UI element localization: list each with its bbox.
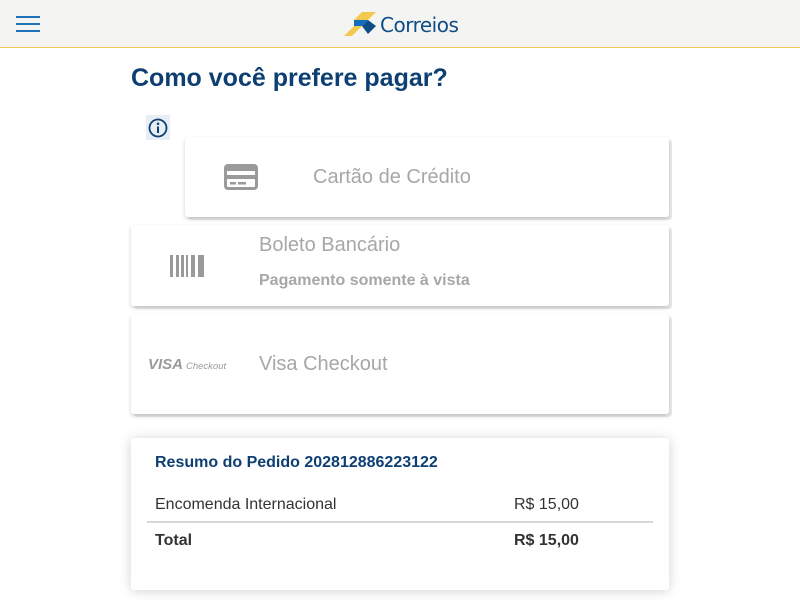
svg-text:VISA: VISA [148, 356, 183, 373]
total-label: Total [155, 532, 193, 549]
hamburger-menu-icon[interactable] [16, 14, 40, 34]
info-circle-icon[interactable] [146, 115, 170, 140]
visa-checkout-label: Visa Checkout [259, 353, 388, 375]
menu-line [16, 23, 40, 25]
barcode-icon [170, 255, 204, 277]
correios-logo-icon [344, 12, 376, 36]
summary-row: Encomenda Internacional R$ 15,00 [147, 487, 653, 523]
order-summary: Resumo do Pedido 202812886223122 Encomen… [131, 438, 669, 590]
svg-text:Checkout: Checkout [186, 361, 226, 372]
item-value: R$ 15,00 [514, 496, 579, 513]
boleto-note: Pagamento somente à vista [259, 272, 470, 289]
credit-card-label: Cartão de Crédito [313, 166, 471, 188]
item-description: Encomenda Internacional [155, 496, 337, 513]
correios-logo[interactable]: Correios [344, 10, 459, 40]
credit-card-icon [224, 164, 258, 190]
total-value: R$ 15,00 [514, 532, 579, 549]
top-bar: Correios [0, 0, 800, 48]
brand-name: Correios [380, 13, 459, 37]
boleto-label: Boleto Bancário [259, 234, 401, 256]
payment-option-boleto[interactable]: Boleto Bancário Pagamento somente à vist… [131, 225, 669, 306]
page-title: Como você prefere pagar? [131, 64, 448, 92]
summary-total-row: Total R$ 15,00 [147, 523, 653, 559]
visa-checkout-logo: VISA Checkout [148, 356, 226, 373]
order-summary-title: Resumo do Pedido 202812886223122 [155, 454, 438, 471]
menu-line [16, 16, 40, 18]
info-glyph [148, 118, 168, 137]
menu-line [16, 30, 40, 32]
payment-option-credit-card[interactable]: Cartão de Crédito [185, 137, 669, 217]
payment-option-visa-checkout[interactable]: VISA Checkout Visa Checkout [131, 314, 669, 414]
